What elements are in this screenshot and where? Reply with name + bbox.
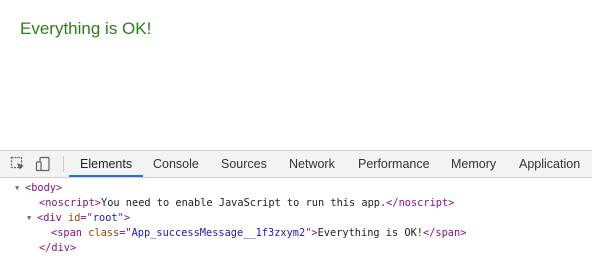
span-close-tag: </span> <box>423 227 467 239</box>
span-attr-eq: =" <box>119 227 132 239</box>
tab-performance[interactable]: Performance <box>358 151 430 177</box>
tab-application[interactable]: Application <box>519 151 580 177</box>
tab-network[interactable]: Network <box>289 151 335 177</box>
tab-console[interactable]: Console <box>153 151 199 177</box>
dom-node-div-close[interactable]: </div> <box>39 241 76 256</box>
expand-triangle-icon[interactable]: ▼ <box>15 181 19 196</box>
body-open-tag: <body> <box>25 182 63 194</box>
span-text: Everything is OK! <box>317 227 423 239</box>
div-attr-value: root <box>92 212 118 224</box>
devtools-toolbar: Elements Console Sources Network Perform… <box>0 151 592 178</box>
div-close-tag: </div> <box>39 242 77 254</box>
dom-node-span[interactable]: <span class="App_successMessage__1f3zxym… <box>51 226 466 241</box>
noscript-close-tag: </noscript> <box>386 197 455 209</box>
div-attr-eq: =" <box>80 212 93 224</box>
span-open-tag: <span <box>51 227 89 239</box>
noscript-text: You need to enable JavaScript to run thi… <box>101 197 387 209</box>
device-toolbar-icon[interactable] <box>35 156 51 172</box>
devtools-panel: Elements Console Sources Network Perform… <box>0 150 592 259</box>
div-open-tag: <div <box>37 212 68 224</box>
expand-triangle-icon[interactable]: ▼ <box>27 211 31 226</box>
tab-sources[interactable]: Sources <box>221 151 267 177</box>
dom-node-body[interactable]: ▼ <body> <box>15 181 63 196</box>
page-viewport: Everything is OK! <box>0 0 592 150</box>
inspect-element-icon[interactable] <box>10 156 26 172</box>
dom-node-div-root[interactable]: ▼ <div id="root"> <box>27 211 131 226</box>
tab-memory[interactable]: Memory <box>451 151 496 177</box>
span-attr-name: class <box>88 227 120 239</box>
div-attr-end: "> <box>117 212 131 224</box>
toolbar-separator <box>63 156 64 172</box>
span-attr-value: App_successMessage__1f3zxym2 <box>131 227 306 239</box>
span-attr-end: "> <box>305 227 318 239</box>
tab-elements[interactable]: Elements <box>68 151 144 177</box>
noscript-open-tag: <noscript> <box>39 197 101 209</box>
success-message: Everything is OK! <box>20 19 152 38</box>
div-attr-name: id <box>68 212 81 224</box>
dom-node-noscript[interactable]: <noscript>You need to enable JavaScript … <box>39 196 454 211</box>
